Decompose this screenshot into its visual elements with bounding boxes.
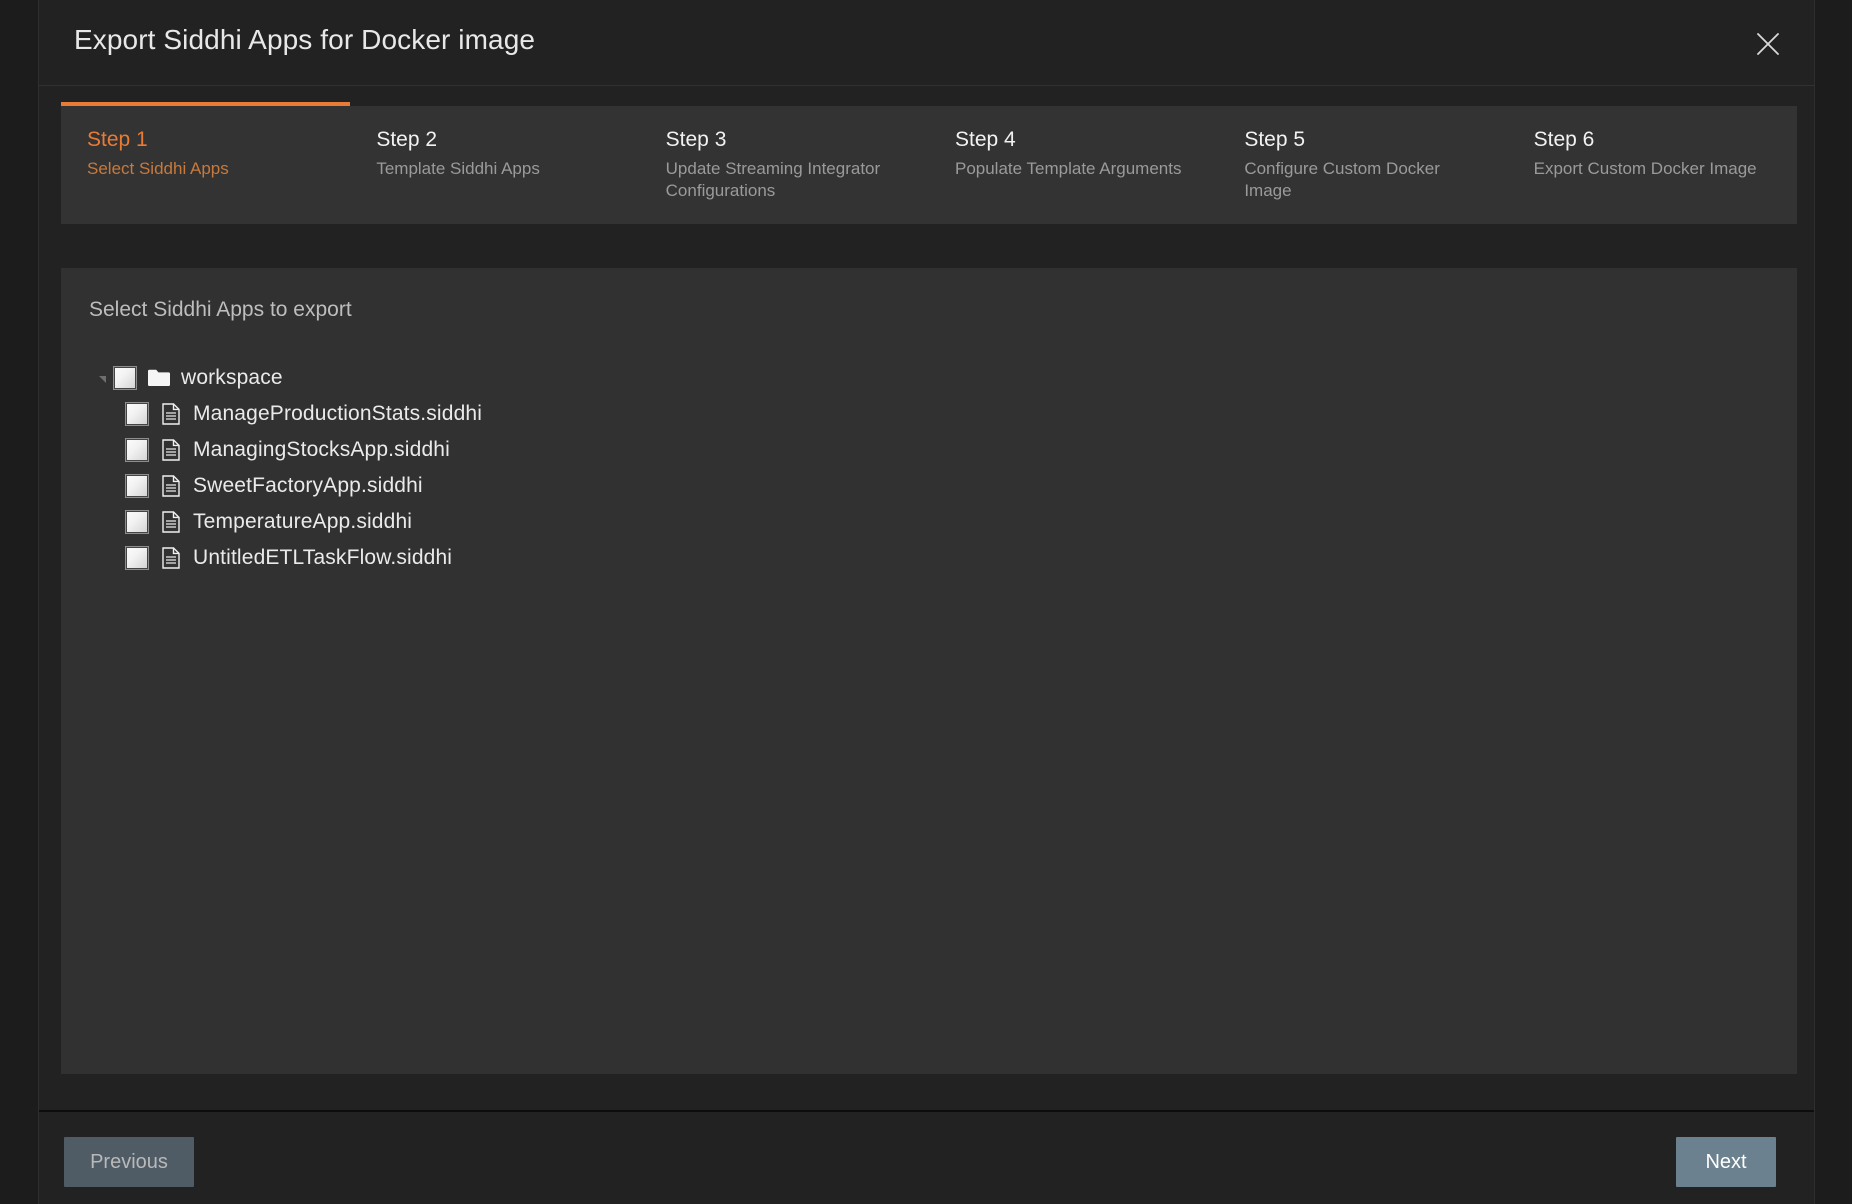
step-5-active-indicator — [1218, 102, 1507, 106]
step-2-label: Template Siddhi Apps — [376, 159, 540, 179]
step-5-label: Configure Custom Docker Image — [1244, 159, 1440, 200]
checkbox-file-1[interactable] — [125, 402, 149, 426]
tree-label-file-5: UntitledETLTaskFlow.siddhi — [193, 546, 453, 569]
tree-row-workspace[interactable]: workspace — [89, 360, 989, 396]
step-3-number: Step 3 — [665, 128, 727, 151]
panel-heading: Select Siddhi Apps to export — [89, 298, 352, 321]
folder-icon — [147, 366, 171, 390]
step-2[interactable]: Step 2 Template Siddhi Apps — [350, 106, 639, 224]
siddhi-apps-panel: Select Siddhi Apps to export workspace M… — [61, 268, 1797, 1074]
step-5[interactable]: Step 5 Configure Custom Docker Image — [1218, 106, 1507, 224]
step-6[interactable]: Step 6 Export Custom Docker Image — [1508, 106, 1797, 224]
step-2-number: Step 2 — [376, 128, 438, 151]
checkbox-workspace[interactable] — [113, 366, 137, 390]
collapse-triangle-icon[interactable] — [89, 360, 113, 396]
tree-row-file-5[interactable]: UntitledETLTaskFlow.siddhi — [89, 540, 989, 576]
step-4-number: Step 4 — [954, 128, 1016, 151]
tree-row-file-3[interactable]: SweetFactoryApp.siddhi — [89, 468, 989, 504]
step-6-active-indicator — [1508, 102, 1797, 106]
file-icon — [159, 438, 183, 462]
next-button[interactable]: Next — [1676, 1137, 1776, 1187]
checkbox-file-4[interactable] — [125, 510, 149, 534]
tree-row-file-2[interactable]: ManagingStocksApp.siddhi — [89, 432, 989, 468]
step-1[interactable]: Step 1 Select Siddhi Apps — [61, 102, 351, 224]
tree-label-file-1: ManageProductionStats.siddhi — [193, 402, 483, 425]
tree-label-file-4: TemperatureApp.siddhi — [193, 510, 413, 533]
file-icon — [159, 510, 183, 534]
tree-row-file-1[interactable]: ManageProductionStats.siddhi — [89, 396, 989, 432]
close-icon[interactable] — [1746, 22, 1790, 66]
file-icon — [159, 474, 183, 498]
tree-label-file-2: ManagingStocksApp.siddhi — [193, 438, 450, 461]
step-3[interactable]: Step 3 Update Streaming Integrator Confi… — [640, 106, 929, 224]
step-1-number: Step 1 — [87, 128, 148, 151]
file-icon — [159, 402, 183, 426]
checkbox-file-3[interactable] — [125, 474, 149, 498]
checkbox-file-2[interactable] — [125, 438, 149, 462]
step-1-label: Select Siddhi Apps — [87, 159, 229, 179]
file-icon — [159, 546, 183, 570]
checkbox-file-5[interactable] — [125, 546, 149, 570]
step-1-active-indicator — [61, 102, 351, 106]
step-4-active-indicator — [929, 102, 1218, 106]
step-4[interactable]: Step 4 Populate Template Arguments — [929, 106, 1218, 224]
previous-button[interactable]: Previous — [64, 1137, 194, 1187]
step-navigation: Step 1 Select Siddhi Apps Step 2 Templat… — [61, 102, 1797, 224]
tree-row-file-4[interactable]: TemperatureApp.siddhi — [89, 504, 989, 540]
step-3-active-indicator — [640, 102, 929, 106]
step-2-active-indicator — [350, 102, 639, 106]
step-6-number: Step 6 — [1533, 128, 1595, 151]
dialog-footer: Previous Next — [39, 1112, 1814, 1204]
step-3-label: Update Streaming Integrator Configuratio… — [665, 159, 881, 200]
step-6-label: Export Custom Docker Image — [1533, 159, 1757, 179]
step-4-label: Populate Template Arguments — [954, 159, 1182, 179]
step-5-number: Step 5 — [1244, 128, 1306, 151]
siddhi-apps-tree: workspace ManageProductionStats.siddhi M… — [89, 360, 989, 576]
dialog-title: Export Siddhi Apps for Docker image — [74, 24, 536, 55]
dialog-header: Export Siddhi Apps for Docker image — [39, 0, 1814, 86]
tree-label-workspace: workspace — [181, 366, 283, 389]
tree-label-file-3: SweetFactoryApp.siddhi — [193, 474, 423, 497]
export-dialog: Export Siddhi Apps for Docker image Step… — [38, 0, 1815, 1204]
